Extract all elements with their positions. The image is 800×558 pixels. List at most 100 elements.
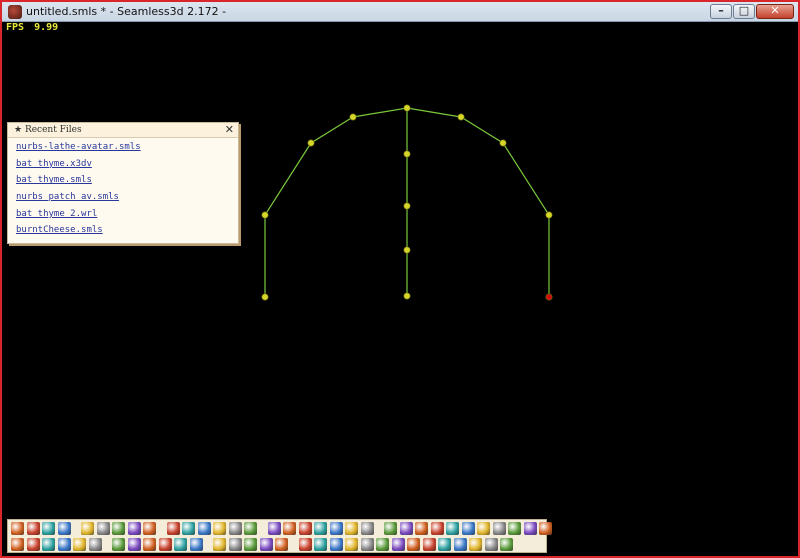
list-item: burntCheese.smls <box>16 225 238 242</box>
control-point[interactable] <box>307 139 315 147</box>
fps-counter: FPS 9.99 <box>6 22 58 33</box>
image-icon[interactable] <box>453 537 467 551</box>
palette-icon[interactable] <box>182 521 195 535</box>
move-icon[interactable] <box>415 521 428 535</box>
shape-icon[interactable] <box>345 537 358 551</box>
toolbar-row-2 <box>8 536 546 552</box>
recent-file-link[interactable]: nurbs-lathe-avatar.smls <box>16 142 141 152</box>
globe-icon[interactable] <box>283 521 296 535</box>
recent-file-link[interactable]: bat thyme.x3dv <box>16 159 92 169</box>
layer-icon[interactable] <box>469 537 482 551</box>
control-point[interactable] <box>403 104 411 112</box>
grid-icon[interactable] <box>127 537 141 551</box>
scale-icon[interactable] <box>446 521 459 535</box>
3d-viewport[interactable] <box>2 2 800 558</box>
camera-icon[interactable] <box>267 521 281 535</box>
list-item: bat thyme.smls <box>16 175 238 192</box>
control-point[interactable] <box>457 113 465 121</box>
list-item: nurbs patch av.smls <box>16 192 238 209</box>
print-icon[interactable] <box>42 521 55 535</box>
recent-files-title: ★ Recent Files <box>14 125 82 135</box>
recent-files-panel: ★ Recent Files ✕ nurbs-lathe-avatar.smls… <box>7 122 239 244</box>
compass-icon[interactable] <box>484 537 498 551</box>
control-point[interactable] <box>499 139 507 147</box>
plane-icon[interactable] <box>314 537 327 551</box>
globe-icon[interactable] <box>314 521 327 535</box>
cone-icon[interactable] <box>42 537 55 551</box>
help-icon[interactable] <box>539 521 552 535</box>
save-icon[interactable] <box>57 521 71 535</box>
vertex-icon[interactable] <box>244 537 257 551</box>
zoom-icon[interactable] <box>438 537 451 551</box>
cylinder-icon[interactable] <box>57 537 71 551</box>
close-icon[interactable]: ✕ <box>225 123 234 136</box>
move-icon[interactable] <box>360 537 374 551</box>
joint-icon[interactable] <box>143 537 156 551</box>
list-item: nurbs-lathe-avatar.smls <box>16 142 238 159</box>
sphere-icon[interactable] <box>166 521 180 535</box>
color-icon[interactable] <box>158 537 172 551</box>
vertex-icon[interactable] <box>228 537 242 551</box>
toolbar-row-1 <box>8 520 552 536</box>
main-toolbar <box>7 519 552 553</box>
control-point[interactable] <box>403 246 411 254</box>
control-point[interactable] <box>403 292 411 300</box>
bone-icon[interactable] <box>523 521 537 535</box>
select-icon[interactable] <box>174 537 187 551</box>
globe-icon[interactable] <box>360 521 374 535</box>
globe-icon[interactable] <box>329 521 343 535</box>
control-point[interactable] <box>403 202 411 210</box>
printer-icon[interactable] <box>244 521 257 535</box>
control-point[interactable] <box>349 113 357 121</box>
texture-icon[interactable] <box>197 521 211 535</box>
recent-file-link[interactable]: burntCheese.smls <box>16 225 103 235</box>
list-item: bat thyme 2.wrl <box>16 209 238 226</box>
copy-icon[interactable] <box>112 521 125 535</box>
node-icon[interactable] <box>73 537 86 551</box>
edge-icon[interactable] <box>259 537 273 551</box>
tree-icon[interactable] <box>96 521 110 535</box>
open-file-icon[interactable] <box>26 521 40 535</box>
redo-icon[interactable] <box>143 521 156 535</box>
triangle-icon[interactable] <box>298 537 312 551</box>
face-icon[interactable] <box>275 537 288 551</box>
no-icon[interactable] <box>112 537 125 551</box>
rectangle-icon[interactable] <box>189 537 203 551</box>
globe-icon[interactable] <box>298 521 312 535</box>
fps-label: FPS <box>6 22 25 33</box>
pen-icon[interactable] <box>422 537 436 551</box>
control-point[interactable] <box>261 211 269 219</box>
target-icon[interactable] <box>477 521 490 535</box>
app-window: untitled.smls * - Seamless3d 2.172 - – □… <box>0 0 800 558</box>
move-icon[interactable] <box>399 521 413 535</box>
recent-file-link[interactable]: bat thyme.smls <box>16 175 92 185</box>
rotate-icon[interactable] <box>430 521 444 535</box>
sun-icon[interactable] <box>500 537 513 551</box>
selected-control-point[interactable] <box>545 293 553 301</box>
mesh-icon[interactable] <box>329 537 343 551</box>
new-file-icon[interactable] <box>11 521 24 535</box>
face-icon[interactable] <box>492 521 506 535</box>
window-icon[interactable] <box>228 521 242 535</box>
control-point[interactable] <box>261 293 269 301</box>
folder-icon[interactable] <box>81 521 94 535</box>
figure-icon[interactable] <box>508 521 521 535</box>
arrow-icon[interactable] <box>391 537 405 551</box>
recent-file-link[interactable]: nurbs patch av.smls <box>16 192 119 202</box>
control-point[interactable] <box>403 150 411 158</box>
text-icon[interactable] <box>407 537 420 551</box>
list-item: bat thyme.x3dv <box>16 159 238 176</box>
grid-icon[interactable] <box>213 521 226 535</box>
target-icon[interactable] <box>461 521 475 535</box>
arrow-icon[interactable] <box>376 537 389 551</box>
sphere-icon[interactable] <box>11 537 24 551</box>
control-point[interactable] <box>545 211 553 219</box>
recent-file-link[interactable]: bat thyme 2.wrl <box>16 209 97 219</box>
cylinder-icon[interactable] <box>384 521 397 535</box>
recent-files-header: ★ Recent Files ✕ <box>8 123 238 138</box>
box-icon[interactable] <box>26 537 40 551</box>
undo-icon[interactable] <box>127 521 141 535</box>
globe-icon[interactable] <box>345 521 358 535</box>
tool-icon[interactable] <box>213 537 226 551</box>
cube-icon[interactable] <box>88 537 102 551</box>
